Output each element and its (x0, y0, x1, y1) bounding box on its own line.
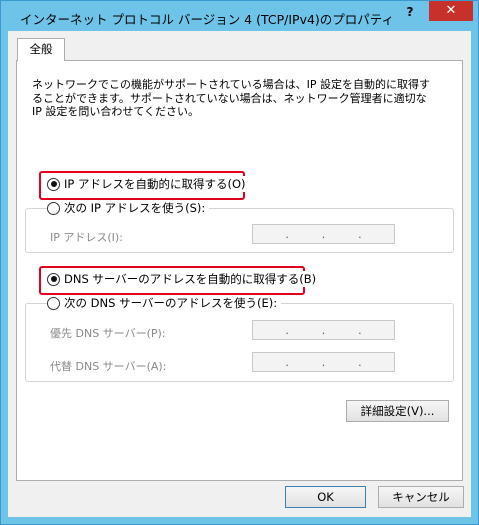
ip-dot: . (321, 355, 326, 369)
ip-auto-label: IP アドレスを自動的に取得する(O) (64, 177, 246, 191)
ip-auto-radio-option[interactable]: IP アドレスを自動的に取得する(O) (47, 176, 250, 192)
ip-dot: . (285, 227, 289, 241)
ip-dot: . (321, 323, 326, 337)
ip-manual-label: 次の IP アドレスを使う(S): (64, 201, 206, 215)
ip-address-field[interactable]: . . . (252, 224, 395, 244)
tab-general[interactable]: 全般 (17, 38, 65, 61)
ip-dot: . (358, 227, 362, 241)
dns-manual-radio-option[interactable]: 次の DNS サーバーのアドレスを使う(E): (47, 295, 282, 311)
preferred-dns-label: 優先 DNS サーバー(P): (50, 327, 166, 340)
dns-manual-label: 次の DNS サーバーのアドレスを使う(E): (64, 296, 278, 310)
title-bar[interactable]: インターネット プロトコル バージョン 4 (TCP/IPv4)のプロパティ ?… (1, 1, 478, 31)
ip-manual-radio[interactable] (47, 201, 60, 215)
ip-dot: . (321, 227, 326, 241)
dialog-window: インターネット プロトコル バージョン 4 (TCP/IPv4)のプロパティ ?… (0, 0, 479, 525)
window-title: インターネット プロトコル バージョン 4 (TCP/IPv4)のプロパティ (20, 12, 395, 27)
ip-dot: . (358, 355, 362, 369)
ip-dot: . (285, 355, 289, 369)
ok-button[interactable]: OK (285, 486, 366, 508)
close-icon: ✕ (445, 3, 457, 18)
ip-dot: . (358, 323, 362, 337)
dns-auto-radio-option[interactable]: DNS サーバーのアドレスを自動的に取得する(B) (47, 271, 321, 287)
alternate-dns-label: 代替 DNS サーバー(A): (50, 360, 167, 373)
advanced-button[interactable]: 詳細設定(V)... (346, 400, 449, 422)
ip-manual-radio-option[interactable]: 次の IP アドレスを使う(S): (47, 200, 210, 216)
preferred-dns-field[interactable]: . . . (252, 320, 395, 340)
dns-manual-radio[interactable] (47, 296, 60, 310)
cancel-button[interactable]: キャンセル (378, 486, 464, 508)
ip-dot: . (285, 323, 289, 337)
ip-auto-radio[interactable] (47, 177, 60, 191)
dialog-client: 全般 ネットワークでこの機能がサポートされている場合は、IP 設定を自動的に取得… (8, 31, 471, 517)
description-text: ネットワークでこの機能がサポートされている場合は、IP 設定を自動的に取得するこ… (32, 78, 431, 118)
close-button[interactable]: ✕ (429, 1, 473, 21)
help-icon: ? (406, 5, 414, 19)
dns-auto-label: DNS サーバーのアドレスを自動的に取得する(B) (64, 272, 317, 286)
dns-auto-radio[interactable] (47, 272, 60, 286)
tab-panel-general: ネットワークでこの機能がサポートされている場合は、IP 設定を自動的に取得するこ… (16, 60, 463, 481)
help-button[interactable]: ? (399, 3, 421, 21)
alternate-dns-field[interactable]: . . . (252, 352, 395, 372)
ip-address-label: IP アドレス(I): (50, 231, 123, 244)
